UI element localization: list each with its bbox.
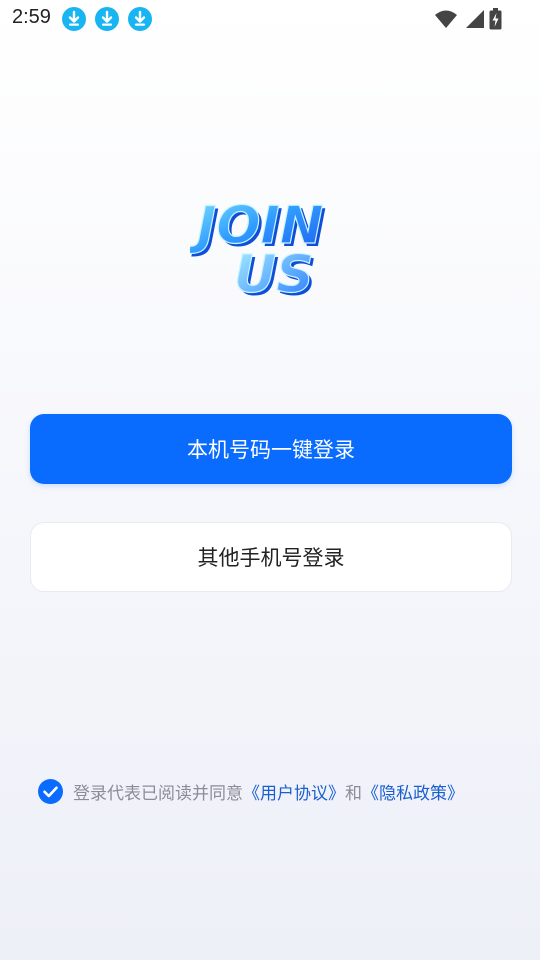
- other-phone-login-button[interactable]: 其他手机号登录: [30, 522, 512, 592]
- checkmark-icon: [43, 786, 58, 797]
- user-agreement-link[interactable]: 《用户协议》: [243, 779, 345, 804]
- join-us-logo: JOIN JOIN US US: [190, 195, 326, 304]
- signal-icon: [466, 10, 484, 28]
- agreement-row: 登录代表已阅读并同意 《用户协议》 和 《隐私政策》: [38, 776, 464, 806]
- privacy-policy-link[interactable]: 《隐私政策》: [362, 779, 464, 804]
- one-click-login-button[interactable]: 本机号码一键登录: [30, 414, 512, 484]
- download-icon: [95, 7, 119, 31]
- download-icon: [128, 7, 152, 31]
- download-icon: [62, 7, 86, 31]
- other-phone-login-label: 其他手机号登录: [197, 546, 345, 570]
- agreement-and: 和: [345, 783, 362, 804]
- logo-line2: US: [234, 245, 314, 304]
- status-time: 2:59: [12, 6, 51, 28]
- status-bar: 2:59: [0, 0, 540, 38]
- one-click-login-label: 本机号码一键登录: [187, 438, 355, 462]
- wifi-icon: [435, 10, 457, 28]
- battery-charging-icon: [489, 8, 502, 30]
- agreement-prefix: 登录代表已阅读并同意: [73, 783, 243, 804]
- agreement-checkbox[interactable]: [38, 778, 63, 804]
